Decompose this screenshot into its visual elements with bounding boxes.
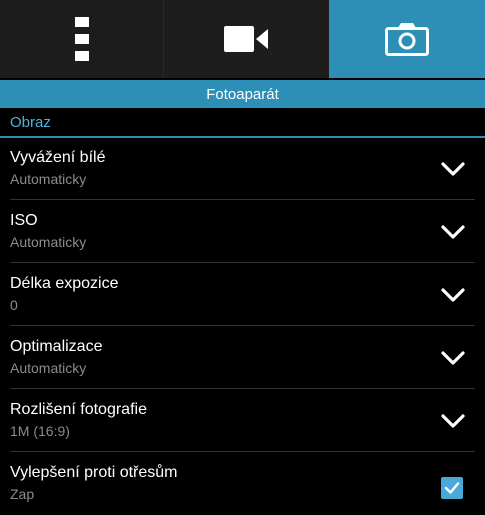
setting-value: 1M (16:9) <box>10 423 70 439</box>
row-divider <box>10 388 475 389</box>
chevron-down-icon[interactable] <box>440 286 466 304</box>
tab-settings[interactable] <box>0 0 163 78</box>
setting-title: Optimalizace <box>10 338 103 355</box>
setting-stabilization[interactable]: Vylepšení proti otřesům Zap <box>0 453 485 515</box>
setting-value: Zap <box>10 486 35 502</box>
row-divider <box>10 262 475 263</box>
chevron-down-icon[interactable] <box>440 223 466 241</box>
row-divider <box>10 451 475 452</box>
mode-tab-bar <box>0 0 485 78</box>
chevron-down-icon[interactable] <box>440 160 466 178</box>
setting-white-balance[interactable]: Vyvážení bílé Automaticky <box>0 138 485 200</box>
setting-optimization[interactable]: Optimalizace Automaticky <box>0 327 485 389</box>
setting-exposure[interactable]: Délka expozice 0 <box>0 264 485 326</box>
setting-value: Automaticky <box>10 360 87 376</box>
chevron-down-icon[interactable] <box>440 412 466 430</box>
stabilization-checkbox[interactable] <box>441 477 463 499</box>
settings-menu-icon <box>74 17 89 61</box>
setting-value: Automaticky <box>10 234 87 250</box>
tab-camera[interactable] <box>329 0 485 78</box>
page-title: Fotoaparát <box>206 85 279 103</box>
check-icon <box>444 482 460 494</box>
row-divider <box>10 325 475 326</box>
setting-title: Délka expozice <box>10 275 119 292</box>
camera-icon <box>385 23 429 56</box>
setting-title: Vylepšení proti otřesům <box>10 464 178 481</box>
setting-value: Automaticky <box>10 171 87 187</box>
section-title: Obraz <box>10 114 51 131</box>
setting-iso[interactable]: ISO Automaticky <box>0 201 485 263</box>
setting-title: ISO <box>10 212 38 229</box>
row-divider <box>10 199 475 200</box>
header-divider <box>0 108 485 110</box>
tab-video[interactable] <box>163 0 329 78</box>
video-camera-icon <box>224 26 268 52</box>
setting-title: Vyvážení bílé <box>10 149 106 166</box>
section-header-bar: Fotoaparát <box>0 80 485 108</box>
chevron-down-icon[interactable] <box>440 349 466 367</box>
setting-title: Rozlišení fotografie <box>10 401 147 418</box>
setting-value: 0 <box>10 297 18 313</box>
setting-resolution[interactable]: Rozlišení fotografie 1M (16:9) <box>0 390 485 452</box>
